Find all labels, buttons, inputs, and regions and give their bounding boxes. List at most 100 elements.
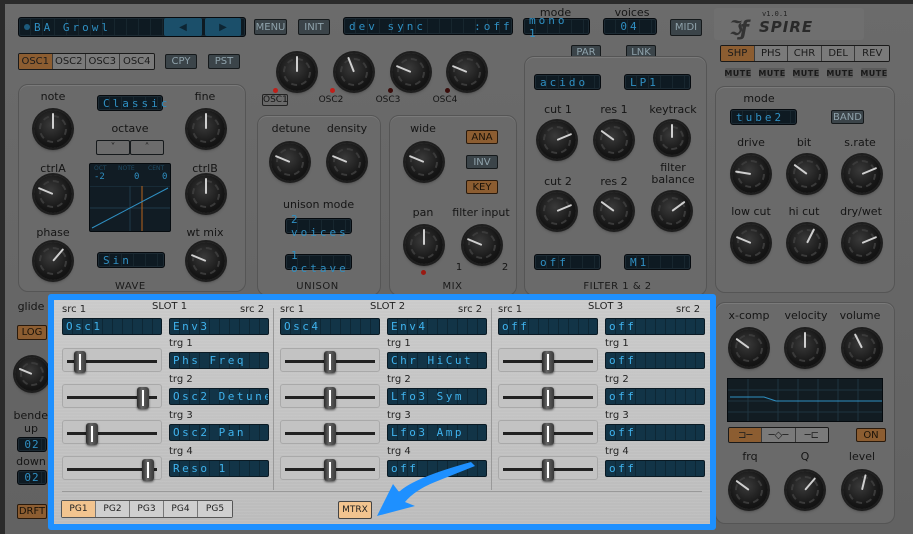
ctrlB-knob[interactable] — [187, 175, 225, 213]
frq-knob[interactable] — [726, 467, 772, 513]
paste-button[interactable]: PST — [208, 54, 240, 69]
slot-target-select[interactable]: Osc2 Detune — [169, 388, 269, 405]
slot-amount-slider[interactable] — [280, 348, 380, 373]
note-knob[interactable] — [34, 110, 72, 148]
ctrlA-knob[interactable] — [34, 175, 72, 213]
res1-knob[interactable] — [595, 121, 633, 159]
slider-handle[interactable] — [73, 351, 86, 373]
fx-mode-select[interactable]: tube2 — [730, 109, 797, 125]
bender-up-value[interactable]: 02 — [17, 437, 47, 452]
tab-pg2[interactable]: PG2 — [96, 501, 130, 517]
slot-src2-select[interactable]: Env4 — [387, 318, 487, 335]
slider-handle[interactable] — [142, 459, 154, 481]
tab-pg1[interactable]: PG1 — [62, 501, 96, 517]
wide-knob[interactable] — [405, 143, 443, 181]
key-button[interactable]: KEY — [466, 180, 498, 194]
slot-amount-slider[interactable] — [280, 456, 380, 481]
slider-handle[interactable] — [324, 351, 336, 373]
balance-knob[interactable] — [649, 188, 695, 234]
band-button[interactable]: BAND — [831, 110, 864, 124]
eq-on-button[interactable]: ON — [856, 428, 886, 442]
filter1-type-select[interactable]: acido — [534, 74, 601, 90]
filter-input-knob[interactable] — [459, 222, 505, 268]
tab-osc2[interactable]: OSC2 — [52, 54, 86, 69]
cut2-knob[interactable] — [534, 188, 580, 234]
init-button[interactable]: INIT — [298, 19, 330, 35]
menu-button[interactable]: MENU — [254, 19, 287, 35]
slot-target-select[interactable]: off — [605, 352, 705, 369]
eq-lowshelf-button[interactable]: ⊐─ — [729, 428, 763, 442]
slot-src2-select[interactable]: Env3 — [169, 318, 269, 335]
slot-target-select[interactable]: Reso 1 — [169, 460, 269, 477]
drywet-knob[interactable] — [839, 220, 885, 266]
slot-src1-select[interactable]: off — [498, 318, 598, 335]
slider-handle[interactable] — [542, 459, 554, 481]
slot-amount-slider[interactable] — [62, 384, 162, 409]
wtmix-knob[interactable] — [187, 242, 225, 280]
pan-knob[interactable] — [405, 226, 443, 264]
slot-src1-select[interactable]: Osc4 — [280, 318, 380, 335]
slider-handle[interactable] — [542, 351, 554, 373]
slot-amount-slider[interactable] — [280, 420, 380, 445]
drift-button[interactable]: DRFT — [17, 504, 47, 519]
slot-target-select[interactable]: off — [605, 388, 705, 405]
slot-amount-slider[interactable] — [62, 456, 162, 481]
density-knob[interactable] — [328, 143, 366, 181]
slider-handle[interactable] — [324, 459, 336, 481]
mute-shp-button[interactable]: MUTE — [724, 68, 751, 78]
keytrack-knob[interactable] — [655, 121, 689, 155]
octave-down-button[interactable]: ˅ — [96, 140, 130, 155]
slider-handle[interactable] — [542, 423, 554, 445]
slot-amount-slider[interactable] — [498, 456, 598, 481]
slot-target-select[interactable]: off — [605, 460, 705, 477]
slot-src2-select[interactable]: off — [605, 318, 705, 335]
slot-target-select[interactable]: off — [605, 424, 705, 441]
mtrx-button[interactable]: MTRX — [338, 501, 372, 519]
tab-pg5[interactable]: PG5 — [198, 501, 232, 517]
osc2-level-knob[interactable] — [335, 53, 373, 91]
ana-button[interactable]: ANA — [466, 130, 498, 144]
slot-target-select[interactable]: Osc2 Pan — [169, 424, 269, 441]
slot-amount-slider[interactable] — [498, 420, 598, 445]
tab-osc4[interactable]: OSC4 — [119, 54, 154, 69]
res2-knob[interactable] — [595, 192, 633, 230]
tab-osc1[interactable]: OSC1 — [19, 54, 53, 69]
log-button[interactable]: LOG — [17, 325, 47, 340]
slot-amount-slider[interactable] — [62, 420, 162, 445]
osc1-level-knob[interactable] — [278, 53, 316, 91]
osc1-label[interactable]: OSC1 — [262, 94, 288, 106]
slot-amount-slider[interactable] — [280, 384, 380, 409]
glide-knob[interactable] — [15, 357, 49, 391]
tab-pg3[interactable]: PG3 — [130, 501, 164, 517]
preset-prev-button[interactable]: ◀ — [164, 18, 202, 36]
midi-button[interactable]: MIDI — [670, 19, 702, 36]
fine-knob[interactable] — [187, 110, 225, 148]
srate-knob[interactable] — [839, 151, 885, 197]
filter1-mode-select[interactable]: off — [534, 254, 601, 270]
eq-peak-button[interactable]: ─◇─ — [762, 428, 796, 442]
slider-handle[interactable] — [324, 423, 336, 445]
mute-chr-button[interactable]: MUTE — [792, 68, 819, 78]
slot-target-select[interactable]: Lfo3 Amp — [387, 424, 487, 441]
slot-amount-slider[interactable] — [498, 348, 598, 373]
mute-del-button[interactable]: MUTE — [826, 68, 853, 78]
slider-handle[interactable] — [136, 387, 149, 409]
bit-knob[interactable] — [784, 151, 830, 197]
eq-highshelf-button[interactable]: ─⊏ — [795, 428, 828, 442]
filter2-type-select[interactable]: LP1 — [624, 74, 691, 90]
phase-knob[interactable] — [30, 238, 76, 284]
q-knob[interactable] — [782, 467, 828, 513]
slider-handle[interactable] — [542, 387, 554, 409]
tab-fx-del[interactable]: DEL — [821, 46, 856, 61]
osc4-level-knob[interactable] — [448, 53, 486, 91]
osc-mode-select[interactable]: Classic — [97, 95, 167, 111]
tab-fx-phs[interactable]: PHS — [754, 46, 789, 61]
inv-button[interactable]: INV — [466, 155, 498, 169]
unison-range-select[interactable]: 1 octave — [285, 249, 352, 275]
tab-fx-chr[interactable]: CHR — [788, 46, 822, 61]
unison-voices-select[interactable]: 2 voices — [285, 213, 352, 239]
drive-knob[interactable] — [728, 151, 774, 197]
tab-fx-shp[interactable]: SHP — [721, 46, 755, 61]
slider-handle[interactable] — [86, 423, 99, 445]
cut1-knob[interactable] — [534, 117, 580, 163]
